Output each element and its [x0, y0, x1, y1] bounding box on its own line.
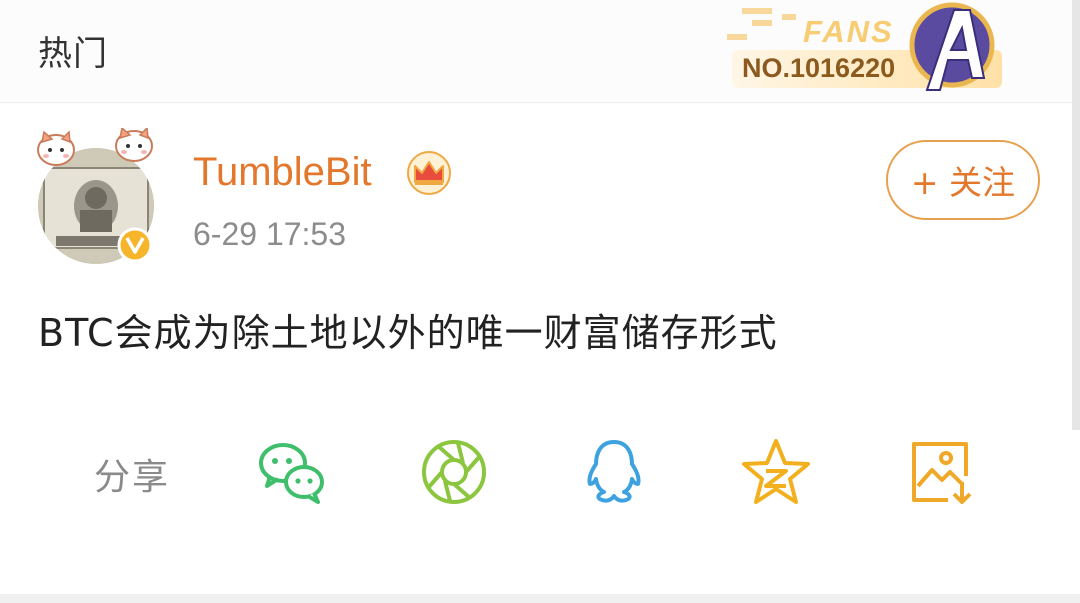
follow-button[interactable]: + 关注	[886, 140, 1040, 220]
qzone-icon[interactable]	[740, 436, 812, 508]
share-label: 分享	[94, 457, 171, 498]
moments-icon[interactable]	[418, 436, 490, 508]
verified-badge-icon	[117, 227, 153, 263]
cat-sticker-right	[115, 128, 153, 162]
scrollbar[interactable]	[1072, 0, 1080, 430]
cat-sticker-left	[37, 130, 75, 166]
avatar[interactable]	[36, 128, 156, 268]
qq-icon[interactable]	[578, 436, 650, 508]
hot-tab-label[interactable]: 热门	[38, 26, 108, 75]
fans-badge-word: FANS	[803, 14, 894, 49]
post-timestamp: 6-29 17:53	[193, 216, 347, 252]
username[interactable]: TumbleBit	[193, 150, 372, 195]
wechat-icon[interactable]	[256, 436, 328, 508]
top-bar: 热门 FANS NO.1016220	[0, 0, 1080, 103]
crown-icon	[407, 151, 451, 195]
fans-badge-number: NO.1016220	[742, 53, 896, 83]
bottom-divider	[0, 594, 1080, 603]
save-image-icon[interactable]	[904, 436, 976, 508]
post-text: BTC会成为除土地以外的唯一财富储存形式	[38, 311, 778, 355]
